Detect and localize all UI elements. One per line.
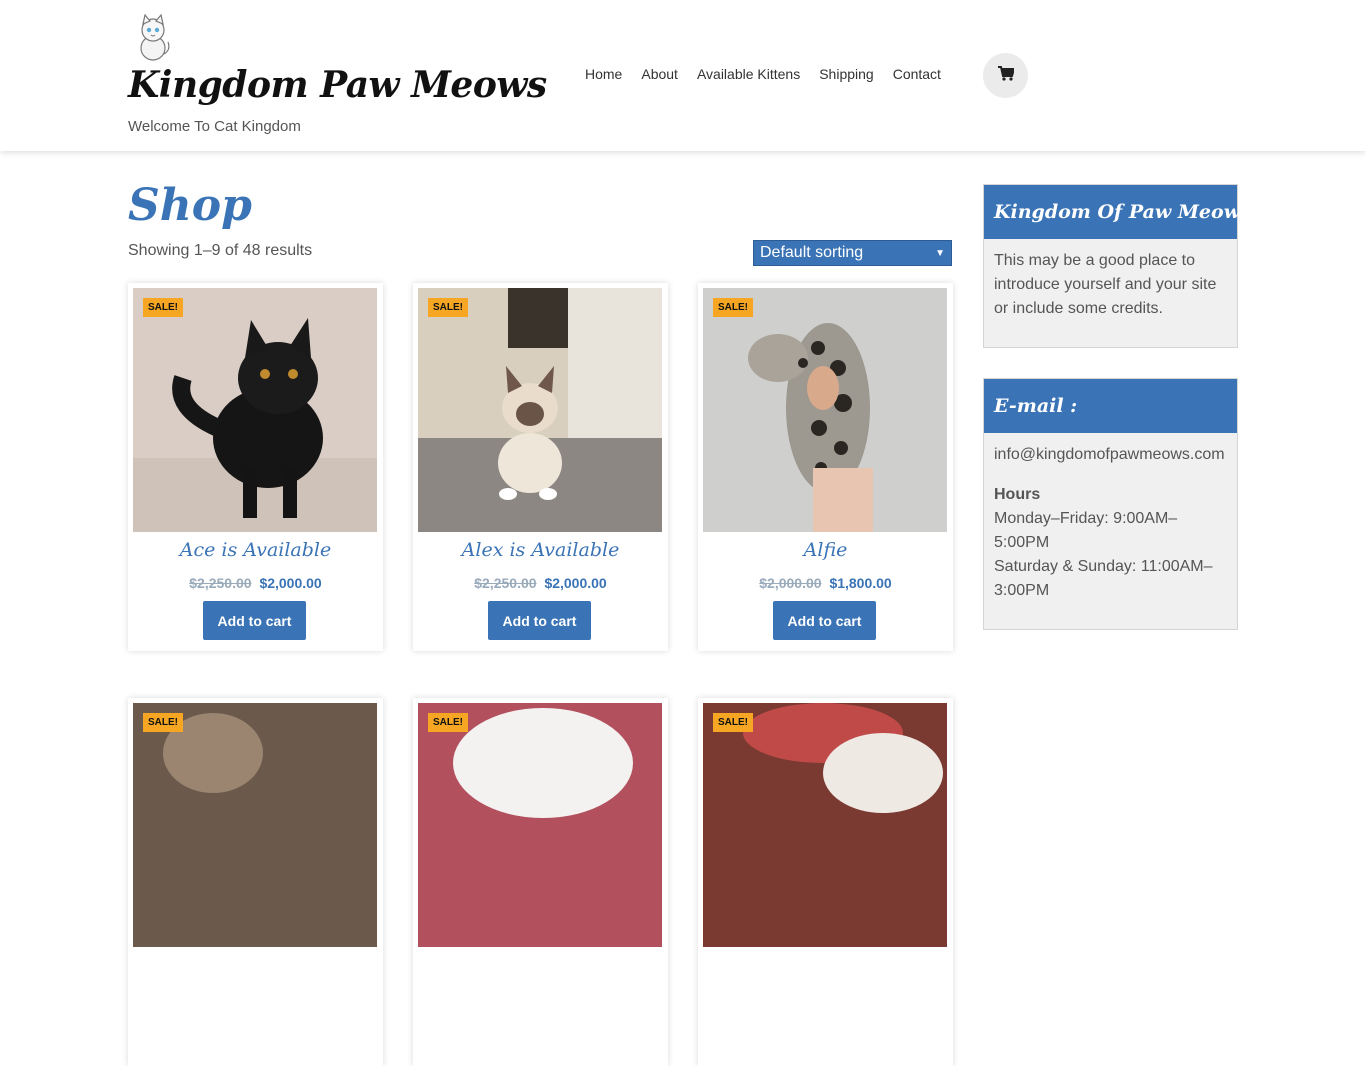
add-to-cart-button[interactable]: Add to cart bbox=[203, 601, 306, 640]
widget-title: Kingdom Of Paw Meows bbox=[984, 185, 1251, 239]
sale-badge: SALE! bbox=[428, 713, 468, 732]
sale-badge: SALE! bbox=[428, 298, 468, 317]
site-tagline: Welcome To Cat Kingdom bbox=[128, 118, 301, 135]
product-price: $2,000.00 $1,800.00 bbox=[698, 575, 953, 591]
result-count: Showing 1–9 of 48 results bbox=[128, 242, 313, 259]
weekday-hours: Monday–Friday: 9:00AM–5:00PM bbox=[994, 510, 1178, 551]
product-card: SALE! Alex is Available $2,250.00 $2,000… bbox=[413, 283, 668, 651]
weekend-hours: Saturday & Sunday: 11:00AM–3:00PM bbox=[994, 558, 1213, 599]
widget-body: info@kingdomofpawmeows.com Hours Monday–… bbox=[984, 433, 1237, 613]
nav-available-kittens[interactable]: Available Kittens bbox=[697, 66, 800, 82]
sort-value: Default sorting bbox=[760, 244, 864, 261]
sale-badge: SALE! bbox=[713, 713, 753, 732]
hours-label: Hours bbox=[994, 486, 1041, 503]
main-nav: Home About Available Kittens Shipping Co… bbox=[585, 66, 960, 82]
cart-icon bbox=[997, 65, 1015, 86]
product-card: SALE! bbox=[413, 698, 668, 1066]
cat-logo-icon[interactable] bbox=[133, 13, 173, 62]
product-price: $2,250.00 $2,000.00 bbox=[413, 575, 668, 591]
product-image[interactable] bbox=[133, 703, 377, 947]
nav-contact[interactable]: Contact bbox=[893, 66, 941, 82]
sale-price: $1,800.00 bbox=[829, 575, 892, 591]
product-card: SALE! Ace is Available $2,250.00 $2,000.… bbox=[128, 283, 383, 651]
nav-home[interactable]: Home bbox=[585, 66, 622, 82]
email-link[interactable]: info@kingdomofpawmeows.com bbox=[994, 443, 1227, 467]
product-image[interactable] bbox=[133, 288, 377, 532]
product-image[interactable] bbox=[703, 288, 947, 532]
page-title: Shop bbox=[128, 180, 252, 231]
product-image[interactable] bbox=[703, 703, 947, 947]
product-price: $2,250.00 $2,000.00 bbox=[128, 575, 383, 591]
sale-badge: SALE! bbox=[713, 298, 753, 317]
product-name[interactable]: Alex is Available bbox=[413, 539, 668, 561]
sale-badge: SALE! bbox=[143, 713, 183, 732]
old-price: $2,000.00 bbox=[759, 575, 822, 591]
product-name[interactable]: Alfie bbox=[698, 539, 953, 561]
site-header: Kingdom Paw Meows Welcome To Cat Kingdom… bbox=[0, 0, 1366, 151]
sale-price: $2,000.00 bbox=[259, 575, 322, 591]
nav-about[interactable]: About bbox=[641, 66, 678, 82]
add-to-cart-button[interactable]: Add to cart bbox=[773, 601, 876, 640]
old-price: $2,250.00 bbox=[474, 575, 537, 591]
sort-select[interactable]: Default sorting ▼ bbox=[753, 240, 952, 266]
product-name[interactable]: Ace is Available bbox=[128, 539, 383, 561]
product-card: SALE! bbox=[698, 698, 953, 1066]
product-image[interactable] bbox=[418, 288, 662, 532]
nav-shipping[interactable]: Shipping bbox=[819, 66, 874, 82]
chevron-down-icon: ▼ bbox=[935, 247, 945, 259]
product-image[interactable] bbox=[418, 703, 662, 947]
cart-button[interactable] bbox=[983, 53, 1028, 98]
product-card: SALE! bbox=[128, 698, 383, 1066]
sale-price: $2,000.00 bbox=[544, 575, 607, 591]
about-widget: Kingdom Of Paw Meows This may be a good … bbox=[983, 184, 1251, 348]
product-card: SALE! Alfie $2,000.00 $1,800.00 Add to c… bbox=[698, 283, 953, 651]
widget-text: This may be a good place to introduce yo… bbox=[994, 252, 1217, 317]
sale-badge: SALE! bbox=[143, 298, 183, 317]
contact-widget: E-mail : info@kingdomofpawmeows.com Hour… bbox=[983, 378, 1238, 630]
add-to-cart-button[interactable]: Add to cart bbox=[488, 601, 591, 640]
site-title[interactable]: Kingdom Paw Meows bbox=[128, 64, 547, 106]
old-price: $2,250.00 bbox=[189, 575, 252, 591]
widget-title: E-mail : bbox=[984, 379, 1237, 433]
